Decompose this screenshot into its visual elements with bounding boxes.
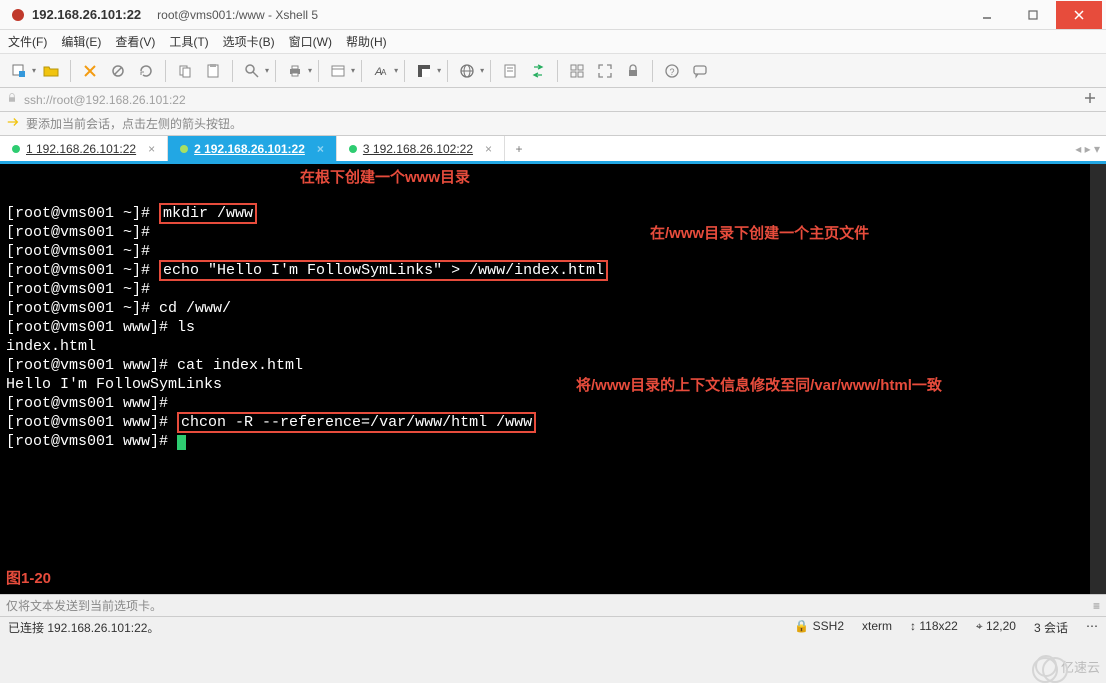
tab-bar: 1 192.168.26.101:22 × 2 192.168.26.101:22… xyxy=(0,136,1106,164)
annotation: 在/www目录下创建一个主页文件 xyxy=(650,224,869,243)
annotation: 在根下创建一个www目录 xyxy=(300,168,470,187)
terminal-line: [root@vms001 ~]# echo "Hello I'm FollowS… xyxy=(6,261,1100,280)
fullscreen-icon[interactable] xyxy=(592,58,618,84)
status-proto: 🔒 SSH2 xyxy=(794,619,844,636)
connect-icon[interactable] xyxy=(77,58,103,84)
terminal-line: [root@vms001 www]# xyxy=(6,394,1100,413)
send-bar-menu-icon[interactable]: ≡ xyxy=(1093,599,1100,613)
menu-edit[interactable]: 编辑(E) xyxy=(61,33,101,50)
status-pos: ⌖ 12,20 xyxy=(976,619,1016,636)
terminal-line: [root@vms001 ~]# xyxy=(6,242,1100,261)
color-icon[interactable] xyxy=(411,58,437,84)
transfer-icon[interactable] xyxy=(525,58,551,84)
tab-2[interactable]: 2 192.168.26.101:22 × xyxy=(168,136,337,161)
svg-text:?: ? xyxy=(670,67,675,77)
search-icon[interactable] xyxy=(239,58,265,84)
annotation: 将/www目录的上下文信息修改至同/var/www/html一致 xyxy=(576,376,942,395)
maximize-button[interactable] xyxy=(1010,1,1056,29)
status-dot-icon xyxy=(349,145,357,153)
dropdown-icon[interactable]: ▾ xyxy=(480,66,484,75)
dropdown-icon[interactable]: ▾ xyxy=(394,66,398,75)
terminal-line: [root@vms001 ~]# xyxy=(6,280,1100,299)
status-bar: 已连接 192.168.26.101:22。 🔒 SSH2 xterm ↕ 11… xyxy=(0,616,1106,638)
new-session-icon[interactable] xyxy=(6,58,32,84)
terminal-line: index.html xyxy=(6,337,1100,356)
tab-nav[interactable]: ◂ ▸ ▾ xyxy=(1069,136,1106,161)
toolbar: ▾ ▾ ▾ ▾ AA ▾ ▾ ▾ ? xyxy=(0,54,1106,88)
new-tab-button[interactable]: + xyxy=(505,136,533,161)
dropdown-icon[interactable]: ▾ xyxy=(308,66,312,75)
menu-tools[interactable]: 工具(T) xyxy=(169,33,208,50)
address-bar: ssh://root@192.168.26.101:22 xyxy=(0,88,1106,112)
tab-label: 1 192.168.26.101:22 xyxy=(26,142,136,156)
figure-label: 图1-20 xyxy=(6,569,51,588)
scrollbar[interactable] xyxy=(1090,164,1106,594)
script-icon[interactable] xyxy=(497,58,523,84)
print-icon[interactable] xyxy=(282,58,308,84)
tab-close-icon[interactable]: × xyxy=(485,142,492,156)
svg-text:A: A xyxy=(381,68,387,77)
status-dot-icon xyxy=(12,145,20,153)
tab-1[interactable]: 1 192.168.26.101:22 × xyxy=(0,136,168,161)
copy-icon[interactable] xyxy=(172,58,198,84)
menu-file[interactable]: 文件(F) xyxy=(8,33,47,50)
send-text: 仅将文本发送到当前选项卡。 xyxy=(6,597,162,614)
tab-close-icon[interactable]: × xyxy=(148,142,155,156)
hint-bar: 要添加当前会话，点击左侧的箭头按钮。 xyxy=(0,112,1106,136)
chat-icon[interactable] xyxy=(687,58,713,84)
reconnect-icon[interactable] xyxy=(133,58,159,84)
terminal-line: [root@vms001 www]# cat index.html xyxy=(6,356,1100,375)
properties-icon[interactable] xyxy=(325,58,351,84)
tab-close-icon[interactable]: × xyxy=(317,142,324,156)
layout-icon[interactable] xyxy=(564,58,590,84)
menubar: 文件(F) 编辑(E) 查看(V) 工具(T) 选项卡(B) 窗口(W) 帮助(… xyxy=(0,30,1106,54)
terminal-line: [root@vms001 www]# ls xyxy=(6,318,1100,337)
hint-arrow-icon[interactable] xyxy=(6,115,20,132)
minimize-button[interactable] xyxy=(964,1,1010,29)
dropdown-icon[interactable]: ▾ xyxy=(265,66,269,75)
address-text[interactable]: ssh://root@192.168.26.101:22 xyxy=(24,93,1080,107)
font-icon[interactable]: AA xyxy=(368,58,394,84)
dropdown-icon[interactable]: ▾ xyxy=(351,66,355,75)
open-folder-icon[interactable] xyxy=(38,58,64,84)
status-dot-icon xyxy=(180,145,188,153)
disconnect-icon[interactable] xyxy=(105,58,131,84)
status-connection: 已连接 192.168.26.101:22。 xyxy=(8,619,159,636)
tab-label: 3 192.168.26.102:22 xyxy=(363,142,473,156)
status-more-icon[interactable]: ⋯ xyxy=(1086,619,1098,636)
tab-label: 2 192.168.26.101:22 xyxy=(194,142,305,156)
dropdown-icon[interactable]: ▾ xyxy=(32,66,36,75)
dropdown-icon[interactable]: ▾ xyxy=(437,66,441,75)
menu-help[interactable]: 帮助(H) xyxy=(346,33,387,50)
app-icon xyxy=(10,7,26,23)
paste-icon[interactable] xyxy=(200,58,226,84)
menu-view[interactable]: 查看(V) xyxy=(115,33,155,50)
terminal-line: [root@vms001 ~]# mkdir /www xyxy=(6,204,1100,223)
lock-small-icon xyxy=(6,92,18,107)
title-path: root@vms001:/www - Xshell 5 xyxy=(157,8,318,22)
terminal-line: [root@vms001 www]# xyxy=(6,432,1100,451)
menu-tabs[interactable]: 选项卡(B) xyxy=(223,33,275,50)
terminal[interactable]: [root@vms001 ~]# mkdir /www[root@vms001 … xyxy=(0,164,1106,594)
menu-window[interactable]: 窗口(W) xyxy=(289,33,332,50)
status-sessions: 3 会话 xyxy=(1034,619,1068,636)
status-term: xterm xyxy=(862,619,892,636)
terminal-line: [root@vms001 ~]# xyxy=(6,223,1100,242)
title-address: 192.168.26.101:22 xyxy=(32,7,141,22)
lock-icon[interactable] xyxy=(620,58,646,84)
terminal-line: [root@vms001 ~]# cd /www/ xyxy=(6,299,1100,318)
globe-icon[interactable] xyxy=(454,58,480,84)
help-icon[interactable]: ? xyxy=(659,58,685,84)
titlebar: 192.168.26.101:22 root@vms001:/www - Xsh… xyxy=(0,0,1106,30)
add-session-icon[interactable] xyxy=(1080,92,1100,107)
watermark: 亿速云 xyxy=(1035,655,1100,677)
terminal-line: [root@vms001 www]# chcon -R --reference=… xyxy=(6,413,1100,432)
status-size: ↕ 118x22 xyxy=(910,619,958,636)
hint-text: 要添加当前会话，点击左侧的箭头按钮。 xyxy=(26,115,242,132)
send-bar: 仅将文本发送到当前选项卡。 ≡ xyxy=(0,594,1106,616)
close-button[interactable] xyxy=(1056,1,1102,29)
tab-3[interactable]: 3 192.168.26.102:22 × xyxy=(337,136,505,161)
